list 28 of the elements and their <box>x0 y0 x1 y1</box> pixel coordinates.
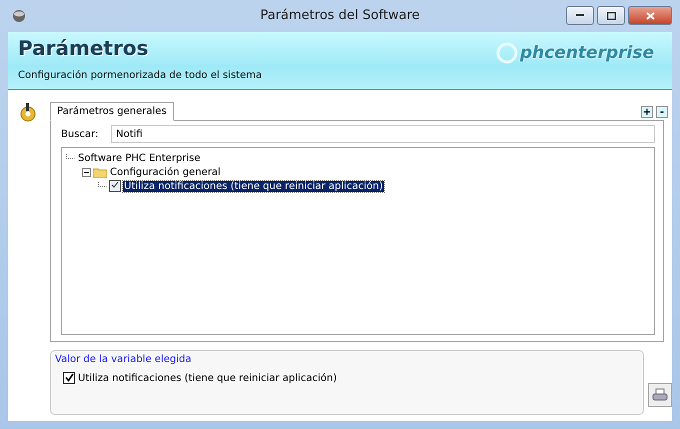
logo: phcenterprise <box>520 42 654 63</box>
folder-icon <box>93 166 107 178</box>
expand-button[interactable]: + <box>641 106 653 118</box>
collapse-icon[interactable] <box>82 168 91 176</box>
tree-item[interactable]: Software PHC Enterprise <box>77 152 202 164</box>
minimize-icon <box>576 14 584 18</box>
header-title: Parámetros <box>18 36 148 60</box>
minimize-button[interactable] <box>566 6 594 26</box>
printer-icon <box>652 388 668 402</box>
close-icon <box>646 12 654 20</box>
tab[interactable]: Parámetros generales <box>50 102 174 121</box>
tree-item[interactable]: Utiliza notificaciones (tiene que reiniciar aplicación) <box>123 180 384 192</box>
panel-title: Valor de la variable elegida <box>55 354 192 365</box>
app-icon[interactable] <box>12 8 26 23</box>
collapse-button[interactable]: - <box>656 106 668 118</box>
search-field[interactable]: Notifi <box>111 125 655 143</box>
close-button[interactable] <box>628 6 672 26</box>
checkbox-label[interactable]: Utiliza notificaciones (tiene que reiniciar aplicación) <box>78 372 337 384</box>
tree-item[interactable]: Configuración general <box>109 166 222 178</box>
logo-icon <box>496 42 518 64</box>
maximize-button[interactable] <box>597 6 625 26</box>
maximize-icon <box>606 12 616 20</box>
search-label: Buscar: <box>61 128 100 140</box>
header-subtitle: Configuración pormenorizada de todo el sistema <box>18 70 263 81</box>
checkbox[interactable] <box>63 372 75 384</box>
print-button[interactable] <box>648 383 672 407</box>
window-title: Parámetros del Software <box>260 8 420 24</box>
checkbox[interactable] <box>109 180 121 192</box>
